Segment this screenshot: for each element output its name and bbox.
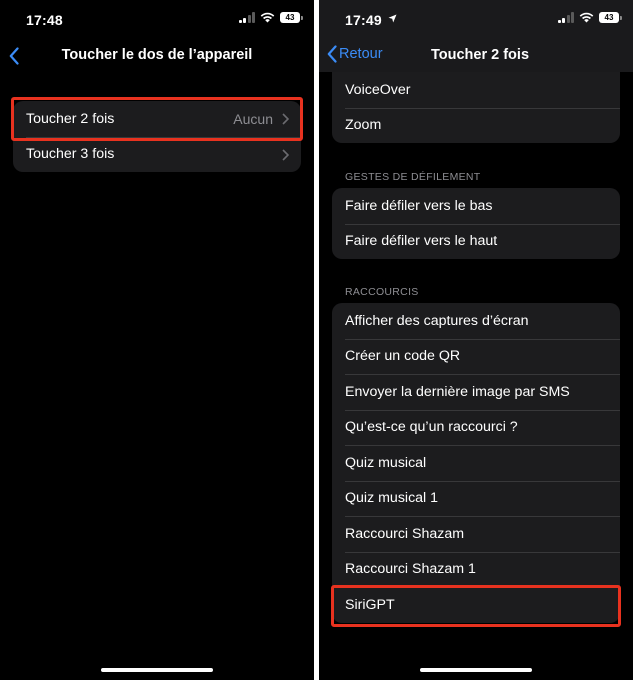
navigation-bar: Toucher le dos de l’appareil: [0, 40, 314, 72]
list-item[interactable]: Envoyer la dernière image par SMS: [332, 374, 620, 410]
highlight-box: [331, 585, 621, 627]
cellular-signal-icon: [557, 12, 574, 23]
page-title: Toucher le dos de l’appareil: [61, 47, 253, 63]
scroll-gestures-list: Faire défiler vers le bas Faire défiler …: [332, 188, 620, 259]
list-item[interactable]: VoiceOver: [332, 72, 620, 108]
accessibility-actions-list: VoiceOver Zoom: [332, 72, 620, 143]
list-item[interactable]: Faire défiler vers le haut: [332, 223, 620, 260]
list-item[interactable]: Zoom: [332, 107, 620, 144]
status-bar: 17:49 43: [319, 0, 633, 40]
battery-icon: 43: [599, 12, 622, 23]
list-item[interactable]: Quiz musical: [332, 445, 620, 481]
chevron-right-icon: [282, 148, 289, 161]
cellular-signal-icon: [238, 12, 255, 23]
section-header-scroll: GESTES DE DÉFILEMENT: [345, 171, 481, 183]
row-triple-tap[interactable]: Toucher 3 fois: [13, 136, 301, 173]
navigation-bar: Retour Toucher 2 fois: [319, 40, 633, 72]
home-indicator: [101, 667, 213, 672]
wifi-icon: [579, 12, 594, 23]
list-item[interactable]: Raccourci Shazam 1: [332, 551, 620, 588]
right-screen: 17:49 43 Retour Toucher 2 fois VoiceOver…: [319, 0, 633, 680]
status-time: 17:49: [345, 12, 382, 28]
shortcuts-list: Afficher des captures d’écran Créer un c…: [332, 303, 620, 623]
battery-icon: 43: [280, 12, 303, 23]
home-indicator: [420, 667, 532, 672]
status-icons: 43: [557, 12, 622, 23]
row-label: Toucher 3 fois: [26, 146, 115, 163]
location-arrow-icon: [388, 14, 397, 23]
status-time: 17:48: [26, 12, 63, 28]
section-header-shortcuts: RACCOURCIS: [345, 286, 419, 298]
list-item[interactable]: Quiz musical 1: [332, 480, 620, 517]
list-item[interactable]: Qu’est-ce qu’un raccourci ?: [332, 409, 620, 446]
status-bar: 17:48 43: [0, 0, 314, 40]
list-item[interactable]: Raccourci Shazam: [332, 516, 620, 552]
page-title: Toucher 2 fois: [430, 47, 530, 63]
list-item[interactable]: Afficher des captures d’écran: [332, 303, 620, 339]
list-item[interactable]: Faire défiler vers le bas: [332, 188, 620, 224]
list-item[interactable]: Créer un code QR: [332, 338, 620, 375]
wifi-icon: [260, 12, 275, 23]
left-screen: 17:48 43 Toucher le dos de l’appareil To…: [0, 0, 314, 680]
highlight-box: [11, 97, 303, 141]
status-icons: 43: [238, 12, 303, 23]
